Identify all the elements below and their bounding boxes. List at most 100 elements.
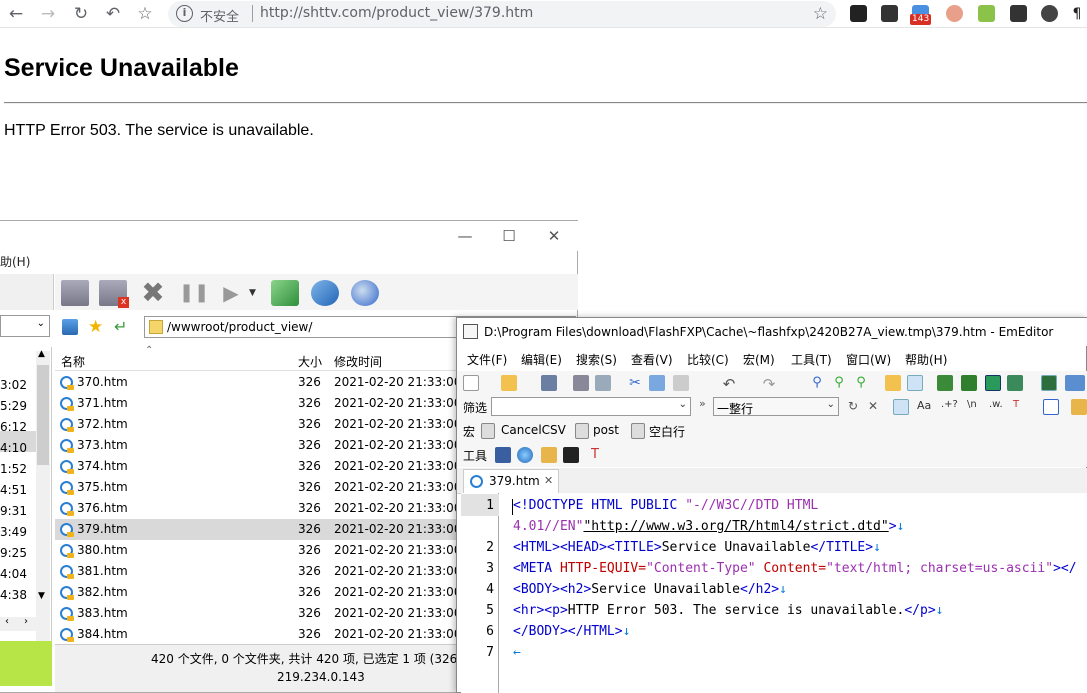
image-icon[interactable] xyxy=(961,375,977,391)
extension-circle-icon[interactable] xyxy=(946,5,963,22)
regex-icon[interactable]: .+? xyxy=(941,399,958,415)
extension-ghost-icon[interactable] xyxy=(850,5,867,22)
find-icon[interactable]: ⚲ xyxy=(809,375,825,391)
info-icon[interactable]: i xyxy=(176,5,193,22)
back-icon[interactable]: ← xyxy=(5,3,27,25)
wrap-icon[interactable] xyxy=(985,375,1001,391)
whole-word-icon[interactable]: .w. xyxy=(989,399,1005,415)
address-bar[interactable]: i 不安全 http://shttv.com/product_view/379.… xyxy=(168,1,836,27)
escape-sequence-icon[interactable]: \n xyxy=(967,399,983,415)
extension-mail-icon[interactable]: 143 xyxy=(910,5,932,25)
transfer-icon[interactable] xyxy=(271,280,299,306)
print-icon[interactable] xyxy=(573,375,589,391)
scroll-left-icon[interactable]: ‹ xyxy=(5,616,9,627)
plugin-icon[interactable] xyxy=(1041,375,1057,391)
menu-help[interactable]: 帮助(H) xyxy=(905,351,947,368)
scroll-right-icon[interactable]: › xyxy=(24,616,28,627)
pilcrow-icon[interactable]: ¶ xyxy=(1066,3,1087,25)
close-icon[interactable]: ✕ xyxy=(539,226,569,246)
open-folder-icon[interactable] xyxy=(501,375,517,391)
tab-379-htm[interactable]: 379.htm ✕ xyxy=(463,469,559,494)
extension-copy-url-icon[interactable] xyxy=(881,5,898,22)
extension-arrow-icon[interactable] xyxy=(1010,5,1027,22)
tool-hammer-icon[interactable]: T xyxy=(587,447,603,463)
globe-icon[interactable] xyxy=(351,280,379,306)
match-case-icon[interactable]: Aa xyxy=(917,399,933,415)
expand-icon[interactable]: » xyxy=(699,397,706,410)
chevron-down-icon[interactable]: ▼ xyxy=(249,280,259,306)
bookmark-icon[interactable] xyxy=(937,375,953,391)
favorite-star-icon[interactable]: ★ xyxy=(88,317,103,337)
menu-edit[interactable]: 编辑(E) xyxy=(521,351,562,368)
maximize-icon[interactable]: ☐ xyxy=(494,226,524,246)
clear-format-icon[interactable]: T xyxy=(1013,399,1029,415)
code-token: </p> xyxy=(904,603,936,618)
column-name[interactable]: 名称 xyxy=(61,353,85,370)
play-icon[interactable]: ▶ xyxy=(217,280,245,306)
abort-icon[interactable]: ✖ xyxy=(139,279,167,307)
url-text[interactable]: http://shttv.com/product_view/379.htm xyxy=(260,5,533,21)
menu-help[interactable]: 助(H) xyxy=(0,253,30,270)
tool-export-icon[interactable] xyxy=(541,447,557,463)
redo-icon[interactable]: ↷ xyxy=(761,375,777,393)
pause-icon[interactable]: ❚❚ xyxy=(179,280,209,306)
tab-close-icon[interactable]: ✕ xyxy=(544,474,553,487)
filter-mode-select[interactable]: 一整行 ⌄ xyxy=(713,397,839,416)
disconnect-icon[interactable]: x xyxy=(99,280,129,308)
refresh-filter-icon[interactable]: ↻ xyxy=(845,399,861,415)
editor-area[interactable]: 1 2 3 4 5 6 7 <!DOCTYPE HTML PUBLIC "-//… xyxy=(461,493,1087,693)
up-folder-icon[interactable]: ↵ xyxy=(114,317,127,336)
scroll-up-icon[interactable]: ▲ xyxy=(38,349,45,359)
copy-icon[interactable] xyxy=(649,375,665,391)
scrollbar-thumb[interactable] xyxy=(37,365,49,465)
scroll-down-icon[interactable]: ▼ xyxy=(38,591,45,601)
dropdown-icon[interactable] xyxy=(1065,375,1085,391)
extension-grid-icon[interactable] xyxy=(978,5,995,22)
local-path-dropdown[interactable]: ⌄ xyxy=(0,315,50,337)
menu-tools[interactable]: 工具(T) xyxy=(791,351,832,368)
scrollbar[interactable]: ▲ ▼ xyxy=(36,349,50,641)
menu-compare[interactable]: 比较(C) xyxy=(687,351,729,368)
refresh-icon[interactable] xyxy=(311,280,339,306)
print-preview-icon[interactable] xyxy=(595,375,611,391)
tool-console-icon[interactable] xyxy=(563,447,579,463)
find-next-icon[interactable]: ⚲ xyxy=(831,375,847,391)
menu-macro[interactable]: 宏(M) xyxy=(743,351,775,368)
minimize-icon[interactable]: — xyxy=(450,226,480,246)
paste-icon[interactable] xyxy=(673,375,689,391)
cut-icon[interactable]: ✂ xyxy=(627,375,643,391)
refresh-icon[interactable] xyxy=(1007,375,1023,391)
find-in-files-icon[interactable] xyxy=(885,375,901,391)
connect-icon[interactable] xyxy=(61,280,89,306)
macro-post[interactable]: post xyxy=(593,423,619,437)
bookmark-icon[interactable]: ☆ xyxy=(813,4,828,24)
search-filter-icon[interactable] xyxy=(893,399,909,415)
lock-icon[interactable] xyxy=(1071,399,1087,415)
find-prev-icon[interactable]: ⚲ xyxy=(853,375,869,391)
forward-icon[interactable]: → xyxy=(37,3,59,25)
undo-icon[interactable]: ↶ xyxy=(721,375,737,393)
column-modified[interactable]: 修改时间 xyxy=(334,353,382,370)
filter-icon[interactable] xyxy=(907,375,923,391)
sites-icon[interactable] xyxy=(62,319,78,335)
menu-search[interactable]: 搜索(S) xyxy=(576,351,617,368)
undo-icon[interactable]: ↶ xyxy=(102,3,124,25)
window-icon[interactable] xyxy=(1043,399,1059,415)
filter-input[interactable]: ⌄ xyxy=(491,397,691,416)
macro-cancelcsv[interactable]: CancelCSV xyxy=(501,423,566,437)
column-size[interactable]: 大小 xyxy=(298,353,322,370)
menu-window[interactable]: 窗口(W) xyxy=(846,351,891,368)
menu-view[interactable]: 查看(V) xyxy=(631,351,673,368)
horizontal-scrollbar[interactable]: ‹ › xyxy=(0,616,50,631)
new-file-icon[interactable] xyxy=(463,375,479,391)
menu-file[interactable]: 文件(F) xyxy=(467,351,507,368)
extension-mask-icon[interactable] xyxy=(1041,5,1058,22)
clear-filter-icon[interactable]: ✕ xyxy=(865,399,881,415)
macro-blank-lines[interactable]: 空白行 xyxy=(649,423,685,440)
tool-ie-icon[interactable] xyxy=(517,447,533,463)
save-icon[interactable] xyxy=(541,375,557,391)
reload-icon[interactable]: ↻ xyxy=(70,3,92,25)
bookmark-star-icon[interactable]: ☆ xyxy=(134,3,156,25)
tool-editor-icon[interactable] xyxy=(495,447,511,463)
file-name: 382.htm xyxy=(77,585,128,599)
